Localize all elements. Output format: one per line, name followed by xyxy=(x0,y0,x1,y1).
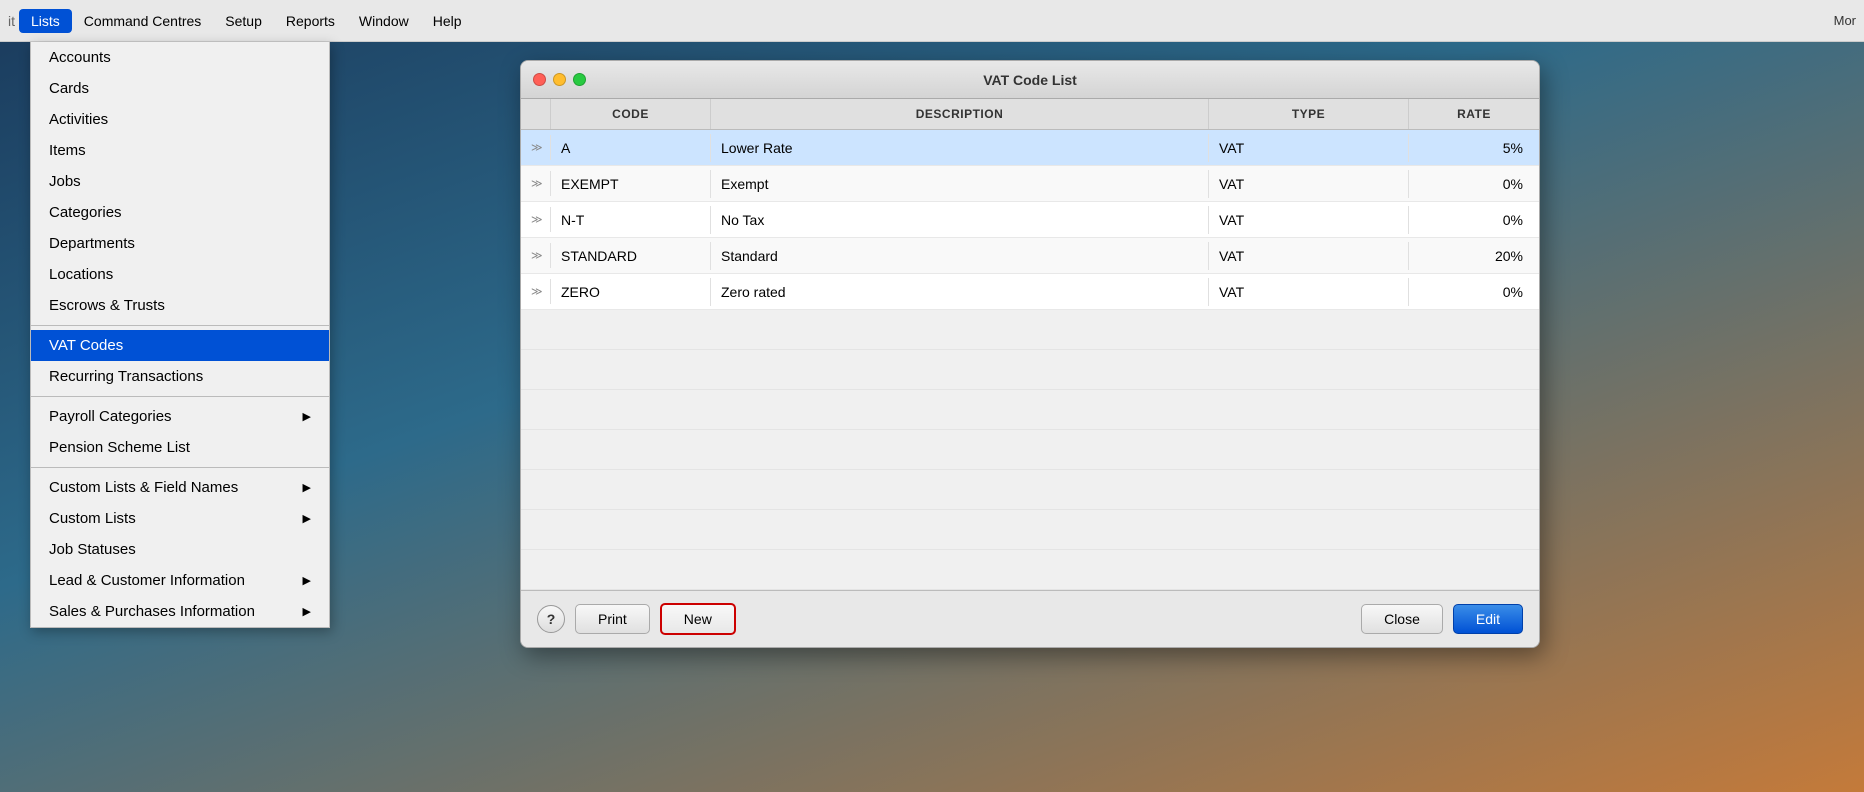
window-footer: ? Print New Close Edit xyxy=(521,590,1539,647)
dropdown-item-payroll-categories[interactable]: Payroll Categories ▶ xyxy=(31,401,329,432)
row-arrow-4: ≫ xyxy=(521,243,551,268)
menu-setup[interactable]: Setup xyxy=(213,9,274,33)
menu-help[interactable]: Help xyxy=(421,9,474,33)
dropdown-item-recurring[interactable]: Recurring Transactions xyxy=(31,361,329,392)
dropdown-item-vat-codes[interactable]: VAT Codes xyxy=(31,330,329,361)
empty-row xyxy=(521,510,1539,550)
empty-row xyxy=(521,430,1539,470)
table-row[interactable]: ≫ N-T No Tax VAT 0% xyxy=(521,202,1539,238)
row-code-1: A xyxy=(551,134,711,162)
dropdown-item-activities[interactable]: Activities xyxy=(31,104,329,135)
row-rate-4: 20% xyxy=(1409,242,1539,270)
vat-code-list-window: VAT Code List CODE DESCRIPTION TYPE RATE… xyxy=(520,60,1540,648)
dropdown-item-custom-lists[interactable]: Custom Lists ▶ xyxy=(31,503,329,534)
row-rate-3: 0% xyxy=(1409,206,1539,234)
separator-2 xyxy=(31,396,329,397)
row-description-4: Standard xyxy=(711,242,1209,270)
lists-dropdown: Accounts Cards Activities Items Jobs Cat… xyxy=(30,42,330,628)
custom-lists-arrow-icon: ▶ xyxy=(303,512,311,525)
dropdown-item-jobs[interactable]: Jobs xyxy=(31,166,329,197)
dropdown-item-categories[interactable]: Categories xyxy=(31,197,329,228)
custom-lists-field-arrow-icon: ▶ xyxy=(303,481,311,494)
col-code: CODE xyxy=(551,99,711,129)
col-type: TYPE xyxy=(1209,99,1409,129)
window-minimize-button[interactable] xyxy=(553,73,566,86)
help-button[interactable]: ? xyxy=(537,605,565,633)
table-header: CODE DESCRIPTION TYPE RATE xyxy=(521,99,1539,130)
new-button[interactable]: New xyxy=(660,603,736,635)
table-row[interactable]: ≫ ZERO Zero rated VAT 0% xyxy=(521,274,1539,310)
window-titlebar: VAT Code List xyxy=(521,61,1539,99)
row-arrow-3: ≫ xyxy=(521,207,551,232)
menu-lists[interactable]: Lists xyxy=(19,9,72,33)
dropdown-item-locations[interactable]: Locations xyxy=(31,259,329,290)
empty-rows-area xyxy=(521,310,1539,590)
dropdown-item-departments[interactable]: Departments xyxy=(31,228,329,259)
row-arrow-2: ≫ xyxy=(521,171,551,196)
empty-row xyxy=(521,390,1539,430)
menu-reports[interactable]: Reports xyxy=(274,9,347,33)
table-row[interactable]: ≫ EXEMPT Exempt VAT 0% xyxy=(521,166,1539,202)
window-close-button[interactable] xyxy=(533,73,546,86)
row-type-4: VAT xyxy=(1209,242,1409,270)
payroll-arrow-icon: ▶ xyxy=(303,410,311,423)
separator-3 xyxy=(31,467,329,468)
sales-purchases-arrow-icon: ▶ xyxy=(303,605,311,618)
dropdown-item-sales-purchases[interactable]: Sales & Purchases Information ▶ xyxy=(31,596,329,627)
edit-button[interactable]: Edit xyxy=(1453,604,1523,634)
row-code-3: N-T xyxy=(551,206,711,234)
row-code-5: ZERO xyxy=(551,278,711,306)
menu-command-centres[interactable]: Command Centres xyxy=(72,9,214,33)
dropdown-item-lead-customer[interactable]: Lead & Customer Information ▶ xyxy=(31,565,329,596)
row-description-1: Lower Rate xyxy=(711,134,1209,162)
window-controls xyxy=(533,73,586,86)
separator-1 xyxy=(31,325,329,326)
print-button[interactable]: Print xyxy=(575,604,650,634)
row-code-4: STANDARD xyxy=(551,242,711,270)
col-arrow xyxy=(521,99,551,129)
dropdown-item-escrows[interactable]: Escrows & Trusts xyxy=(31,290,329,321)
dropdown-item-job-statuses[interactable]: Job Statuses xyxy=(31,534,329,565)
empty-row xyxy=(521,470,1539,510)
row-description-2: Exempt xyxy=(711,170,1209,198)
empty-row xyxy=(521,350,1539,390)
row-description-3: No Tax xyxy=(711,206,1209,234)
row-type-3: VAT xyxy=(1209,206,1409,234)
row-type-1: VAT xyxy=(1209,134,1409,162)
dropdown-item-custom-lists-field[interactable]: Custom Lists & Field Names ▶ xyxy=(31,472,329,503)
dropdown-item-pension[interactable]: Pension Scheme List xyxy=(31,432,329,463)
menu-more: Mor xyxy=(1834,13,1856,28)
menu-window[interactable]: Window xyxy=(347,9,421,33)
window-maximize-button[interactable] xyxy=(573,73,586,86)
table-row[interactable]: ≫ A Lower Rate VAT 5% xyxy=(521,130,1539,166)
table-row[interactable]: ≫ STANDARD Standard VAT 20% xyxy=(521,238,1539,274)
empty-row xyxy=(521,550,1539,590)
row-type-2: VAT xyxy=(1209,170,1409,198)
lead-customer-arrow-icon: ▶ xyxy=(303,574,311,587)
dropdown-item-items[interactable]: Items xyxy=(31,135,329,166)
col-rate: RATE xyxy=(1409,99,1539,129)
row-description-5: Zero rated xyxy=(711,278,1209,306)
row-rate-1: 5% xyxy=(1409,134,1539,162)
dropdown-item-accounts[interactable]: Accounts xyxy=(31,42,329,73)
row-arrow-5: ≫ xyxy=(521,279,551,304)
row-code-2: EXEMPT xyxy=(551,170,711,198)
row-rate-2: 0% xyxy=(1409,170,1539,198)
row-type-5: VAT xyxy=(1209,278,1409,306)
row-arrow-1: ≫ xyxy=(521,135,551,160)
dropdown-item-cards[interactable]: Cards xyxy=(31,73,329,104)
empty-row xyxy=(521,310,1539,350)
row-rate-5: 0% xyxy=(1409,278,1539,306)
menu-bar: it Lists Command Centres Setup Reports W… xyxy=(0,0,1864,42)
menu-edit-partial: it xyxy=(8,13,15,29)
window-title: VAT Code List xyxy=(983,72,1077,88)
col-description: DESCRIPTION xyxy=(711,99,1209,129)
vat-table: CODE DESCRIPTION TYPE RATE ≫ A Lower Rat… xyxy=(521,99,1539,590)
close-button[interactable]: Close xyxy=(1361,604,1443,634)
